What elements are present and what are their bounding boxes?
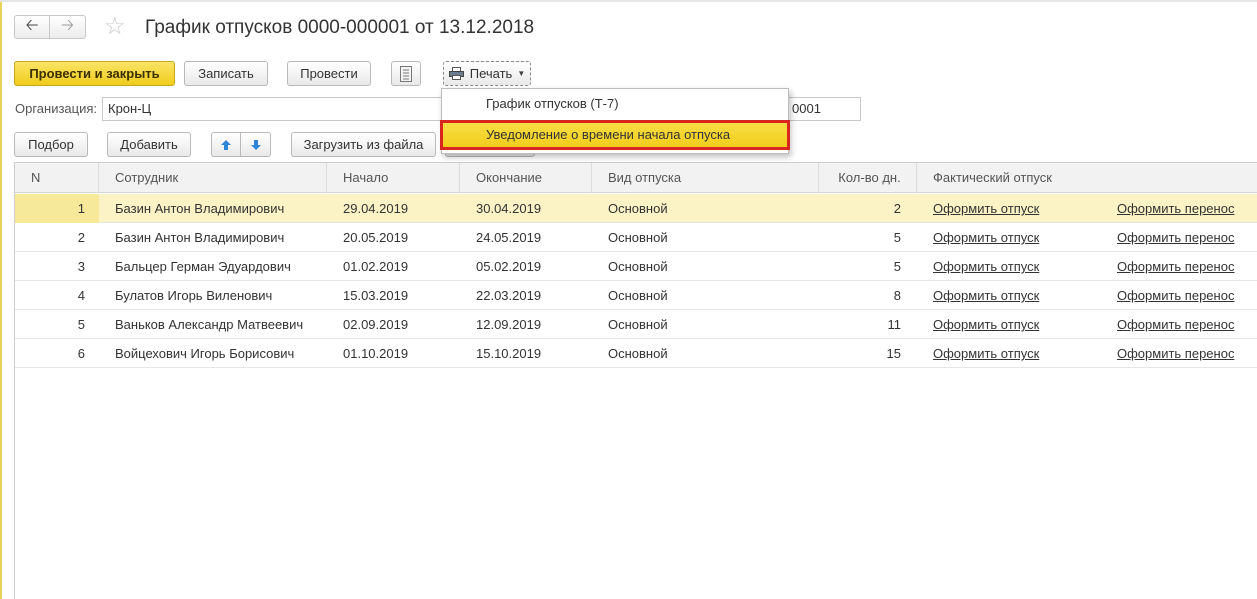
- arrow-down-icon: [250, 139, 261, 150]
- cell-start: 01.02.2019: [343, 259, 409, 274]
- cell-days: 2: [893, 201, 901, 216]
- cell-start: 01.10.2019: [343, 346, 409, 361]
- number-field[interactable]: 0001: [786, 97, 861, 121]
- move-up-button[interactable]: [211, 132, 241, 157]
- back-button[interactable]: 🡠: [14, 15, 50, 39]
- printer-icon: [448, 67, 464, 80]
- arrow-up-icon: [221, 139, 231, 150]
- table-row[interactable]: 2 Базин Антон Владимирович 20.05.2019 24.05…: [15, 223, 1257, 252]
- cell-transfer-link[interactable]: Оформить перенос: [1117, 194, 1257, 223]
- table-header: N Сотрудник Начало Окончание Вид отпуска…: [15, 163, 1257, 193]
- select-button[interactable]: Подбор: [14, 132, 88, 157]
- cell-end: 15.10.2019: [476, 346, 542, 361]
- page-title: График отпусков 0000-000001 от 13.12.201…: [145, 17, 535, 38]
- cell-type: Основной: [608, 317, 668, 332]
- table-row[interactable]: 5 Ваньков Александр Матвеевич 02.09.2019 12…: [15, 310, 1257, 339]
- cell-start: 15.03.2019: [343, 288, 409, 303]
- table-row[interactable]: 6 Войцехович Игорь Борисович 01.10.2019 15.…: [15, 339, 1257, 368]
- cell-days: 5: [893, 230, 901, 245]
- cell-end: 30.04.2019: [476, 201, 542, 216]
- cell-type: Основной: [608, 201, 668, 216]
- cell-days: 11: [887, 317, 902, 332]
- cell-type: Основной: [608, 230, 668, 245]
- organization-label: Организация:: [15, 101, 98, 116]
- cell-days: 15: [886, 346, 901, 361]
- cell-employee: Ваньков Александр Матвеевич: [115, 317, 304, 332]
- arrow-right-icon: 🡢: [61, 16, 74, 34]
- cell-actual-link[interactable]: Оформить отпуск: [933, 281, 1103, 310]
- arrow-left-icon: 🡠: [25, 16, 39, 34]
- top-divider: [0, 0, 1257, 2]
- column-header-end[interactable]: Окончание: [460, 163, 592, 193]
- report-button[interactable]: [391, 61, 421, 86]
- cell-actual-link[interactable]: Оформить отпуск: [933, 310, 1103, 339]
- cell-n: 1: [77, 201, 85, 216]
- post-button[interactable]: Провести: [287, 61, 371, 86]
- cell-type: Основной: [608, 288, 668, 303]
- cell-actual-link[interactable]: Оформить отпуск: [933, 223, 1103, 252]
- cell-transfer-link[interactable]: Оформить перенос: [1117, 310, 1257, 339]
- move-down-button[interactable]: [241, 132, 271, 157]
- cell-transfer-link[interactable]: Оформить перенос: [1117, 223, 1257, 252]
- cell-start: 20.05.2019: [343, 230, 409, 245]
- cell-type: Основной: [608, 259, 668, 274]
- column-header-type[interactable]: Вид отпуска: [592, 163, 819, 193]
- cell-employee: Войцехович Игорь Борисович: [115, 346, 295, 361]
- cell-n: 5: [77, 317, 85, 332]
- left-accent-line: [0, 0, 2, 599]
- cell-n: 3: [77, 259, 85, 274]
- cell-actual-link[interactable]: Оформить отпуск: [933, 194, 1103, 223]
- post-and-close-button[interactable]: Провести и закрыть: [14, 61, 175, 86]
- cell-employee: Бальцер Герман Эдуардович: [115, 259, 291, 274]
- favorite-star-icon[interactable]: ☆: [104, 14, 126, 40]
- cell-employee: Базин Антон Владимирович: [115, 201, 285, 216]
- load-from-file-button[interactable]: Загрузить из файла: [291, 132, 436, 157]
- cell-days: 5: [893, 259, 901, 274]
- cell-employee: Базин Антон Владимирович: [115, 230, 285, 245]
- cell-actual-link[interactable]: Оформить отпуск: [933, 339, 1103, 368]
- cell-employee: Булатов Игорь Виленович: [115, 288, 273, 303]
- menu-item-t7[interactable]: График отпусков (Т-7): [442, 91, 788, 117]
- table-row[interactable]: 1 Базин Антон Владимирович 29.04.2019 30.04…: [15, 194, 1257, 223]
- table-row[interactable]: 4 Булатов Игорь Виленович 15.03.2019 22.03.…: [15, 281, 1257, 310]
- print-label: Печать: [469, 66, 513, 81]
- print-dropdown-menu: График отпусков (Т-7) Уведомление о врем…: [440, 88, 790, 154]
- column-header-employee[interactable]: Сотрудник: [99, 163, 327, 193]
- cell-end: 24.05.2019: [476, 230, 542, 245]
- cell-transfer-link[interactable]: Оформить перенос: [1117, 252, 1257, 281]
- add-button[interactable]: Добавить: [107, 132, 191, 157]
- column-header-days[interactable]: Кол-во дн.: [819, 163, 917, 193]
- cell-end: 12.09.2019: [476, 317, 542, 332]
- document-list-icon: [400, 65, 412, 82]
- cell-end: 05.02.2019: [476, 259, 542, 274]
- cell-start: 29.04.2019: [343, 201, 409, 216]
- cell-n: 6: [77, 346, 85, 361]
- cell-type: Основной: [608, 346, 668, 361]
- menu-item-vacation-notice[interactable]: Уведомление о времени начала отпуска: [440, 120, 790, 150]
- column-header-actual[interactable]: Фактический отпуск: [917, 163, 1257, 193]
- cell-transfer-link[interactable]: Оформить перенос: [1117, 281, 1257, 310]
- cell-n: 2: [77, 230, 85, 245]
- save-button[interactable]: Записать: [184, 61, 268, 86]
- column-header-n[interactable]: N: [15, 163, 99, 193]
- cell-n: 4: [77, 288, 85, 303]
- vacation-table: N Сотрудник Начало Окончание Вид отпуска…: [14, 162, 1257, 599]
- cell-transfer-link[interactable]: Оформить перенос: [1117, 339, 1257, 368]
- cell-days: 8: [893, 288, 901, 303]
- forward-button[interactable]: 🡢: [50, 15, 86, 39]
- cell-start: 02.09.2019: [343, 317, 409, 332]
- organization-field[interactable]: Крон-Ц: [102, 97, 442, 121]
- column-header-start[interactable]: Начало: [327, 163, 460, 193]
- cell-end: 22.03.2019: [476, 288, 542, 303]
- chevron-down-icon: ▼: [517, 69, 526, 78]
- table-row[interactable]: 3 Бальцер Герман Эдуардович 01.02.2019 05.0…: [15, 252, 1257, 281]
- print-dropdown-button[interactable]: Печать ▼: [443, 61, 531, 86]
- cell-actual-link[interactable]: Оформить отпуск: [933, 252, 1103, 281]
